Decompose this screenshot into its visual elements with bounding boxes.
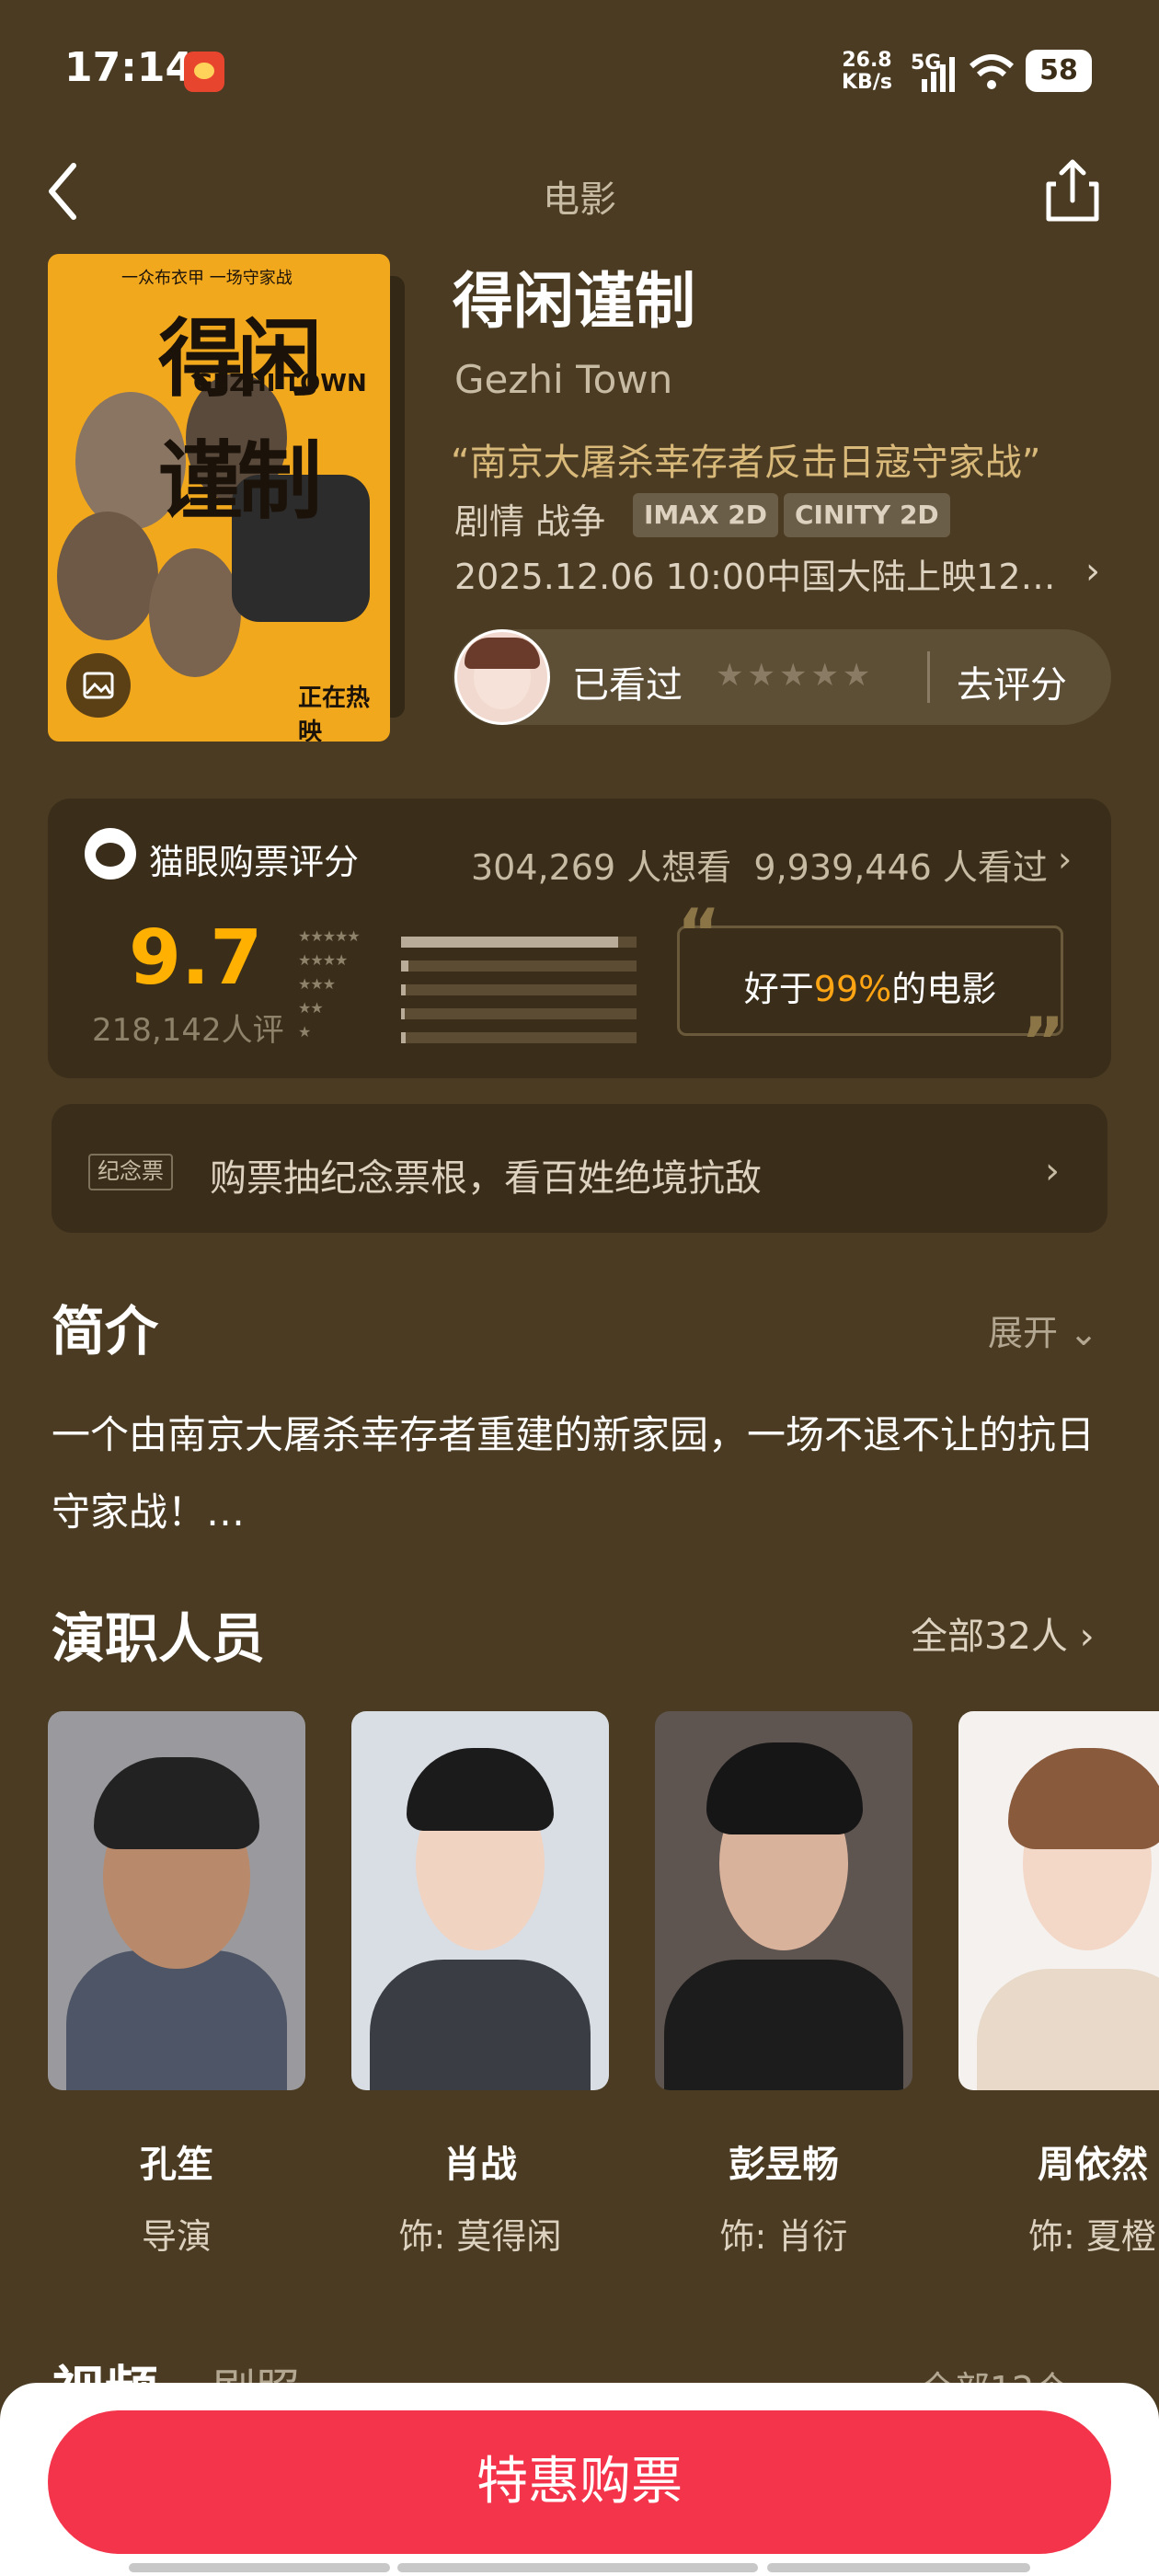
cast-name: 孔笙 — [140, 2144, 213, 2186]
cast-name: 彭昱畅 — [729, 2144, 839, 2186]
page-title: 电影 — [543, 178, 616, 221]
rating-row-stars: ★★★ — [298, 975, 336, 993]
cast-role: 饰: 夏橙 — [1028, 2216, 1156, 2257]
rating-row-fill — [401, 937, 618, 948]
poster-figure — [149, 548, 241, 677]
commemorative-badge: 纪念票 — [88, 1154, 173, 1190]
chevron-right-icon: › — [1079, 1616, 1095, 1658]
synopsis-title: 简介 — [52, 1300, 159, 1363]
expand-button[interactable]: 展开 ⌄ — [988, 1305, 1098, 1355]
home-indicator — [129, 2563, 390, 2572]
rating-row-fill — [401, 1008, 405, 1019]
battery-indicator: 58 — [1026, 50, 1092, 92]
movie-tagline: “南京大屠杀幸存者反击日寇守家战” — [451, 442, 1041, 484]
share-button[interactable] — [1036, 155, 1109, 228]
movie-english-title: Gezhi Town — [454, 357, 673, 402]
poster-subtitle: GEZHI TOWN — [193, 370, 367, 397]
rating-row-track — [401, 984, 637, 995]
movie-title: 得闲谨制 — [453, 266, 695, 337]
rating-row-stars: ★★ — [298, 999, 324, 1017]
rating-row-stars: ★★★★★ — [298, 927, 361, 945]
release-info[interactable]: 2025.12.06 10:00中国大陆上映12… — [454, 548, 1056, 599]
cast-title: 演职人员 — [52, 1607, 266, 1670]
score-label: 猫眼购票评分 — [149, 842, 360, 882]
cast-photo[interactable] — [958, 1711, 1159, 2090]
rate-button[interactable]: 去评分 — [957, 655, 1067, 708]
network-speed-value: 26.8 — [842, 49, 892, 72]
poster-tagline: 一众布衣甲 一场守家战 — [121, 269, 293, 288]
synopsis-text[interactable]: 一个由南京大屠杀幸存者重建的新家园，一场不退不让的抗日守家战！… — [52, 1397, 1109, 1551]
cast-name: 肖战 — [443, 2144, 517, 2186]
ranking-prefix: 好于 — [743, 969, 814, 1009]
audience-stats[interactable]: 304,269 人想看 9,939,446 人看过 — [471, 839, 1048, 890]
rating-row-stars: ★★★★ — [298, 951, 348, 969]
rating-row-track — [401, 1032, 637, 1043]
rating-row-track — [401, 1008, 637, 1019]
commemorative-text: 购票抽纪念票根，看百姓绝境抗敌 — [210, 1157, 762, 1200]
status-time: 17:14 — [64, 44, 194, 91]
home-indicator — [397, 2563, 758, 2572]
ranking-suffix: 的电影 — [891, 969, 997, 1009]
chevron-right-icon[interactable]: › — [1085, 550, 1100, 592]
wifi-icon — [969, 54, 1015, 89]
format-badge-cinity: CINITY 2D — [784, 493, 950, 537]
cast-role: 饰: 莫得闲 — [398, 2216, 562, 2257]
divider — [927, 651, 930, 703]
cast-photo[interactable] — [351, 1711, 609, 2090]
poster-figure — [57, 512, 158, 640]
rating-row-track — [401, 937, 637, 948]
ranking-percent: 99% — [813, 969, 892, 1009]
rating-count: 218,142人评 — [92, 1012, 284, 1049]
rating-row-fill — [401, 984, 407, 995]
movie-poster[interactable]: 一众布衣甲 一场守家战 得闲谨制 GEZHI TOWN 正在热映 — [48, 254, 390, 742]
watched-button[interactable]: 已看过 — [572, 655, 683, 708]
cast-all-label: 全部32人 — [911, 1616, 1068, 1658]
cast-role: 导演 — [141, 2216, 212, 2257]
cast-name: 周依然 — [1038, 2144, 1148, 2186]
quote-close-icon: ” — [1021, 1003, 1065, 1080]
image-icon — [83, 672, 114, 699]
rating-row-fill — [401, 1032, 407, 1043]
rating-stars[interactable]: ★★★★★ — [716, 657, 874, 694]
ranking-text: 好于99%的电影 — [677, 960, 1063, 1011]
chevron-down-icon: ⌄ — [1069, 1313, 1098, 1353]
rating-row-stars: ★ — [298, 1023, 311, 1041]
home-indicator — [767, 2563, 1030, 2572]
buy-ticket-button[interactable]: 特惠购票 — [48, 2410, 1111, 2554]
poster-badge: 正在热映 — [298, 684, 371, 742]
chevron-right-icon[interactable]: › — [1045, 1150, 1060, 1192]
cast-photo[interactable] — [48, 1711, 305, 2090]
chevron-right-icon[interactable]: › — [1058, 839, 1072, 880]
want-watch-count: 304,269 人想看 — [471, 847, 732, 888]
movie-genre: 剧情 战争 — [454, 501, 606, 542]
maoyan-cat-icon — [85, 828, 136, 880]
expand-label: 展开 — [988, 1313, 1059, 1353]
cast-photo[interactable] — [655, 1711, 912, 2090]
cast-all-link[interactable]: 全部32人 › — [911, 1606, 1095, 1660]
network-speed-unit: KB/s — [842, 71, 892, 94]
poster-title: 得闲谨制 — [158, 309, 322, 531]
gallery-button[interactable] — [66, 653, 131, 718]
format-badge-imax: IMAX 2D — [633, 493, 779, 537]
avatar[interactable] — [454, 629, 550, 725]
app-notification-icon — [184, 52, 224, 92]
cell-signal-icon — [922, 57, 955, 92]
rating-row-track — [401, 960, 637, 972]
cast-role: 饰: 肖衍 — [719, 2216, 848, 2257]
rating-row-fill — [401, 960, 408, 972]
network-speed: 26.8 KB/s — [842, 50, 892, 94]
score-value: 9.7 — [129, 914, 263, 1002]
watched-count: 9,939,446 人看过 — [753, 847, 1048, 888]
